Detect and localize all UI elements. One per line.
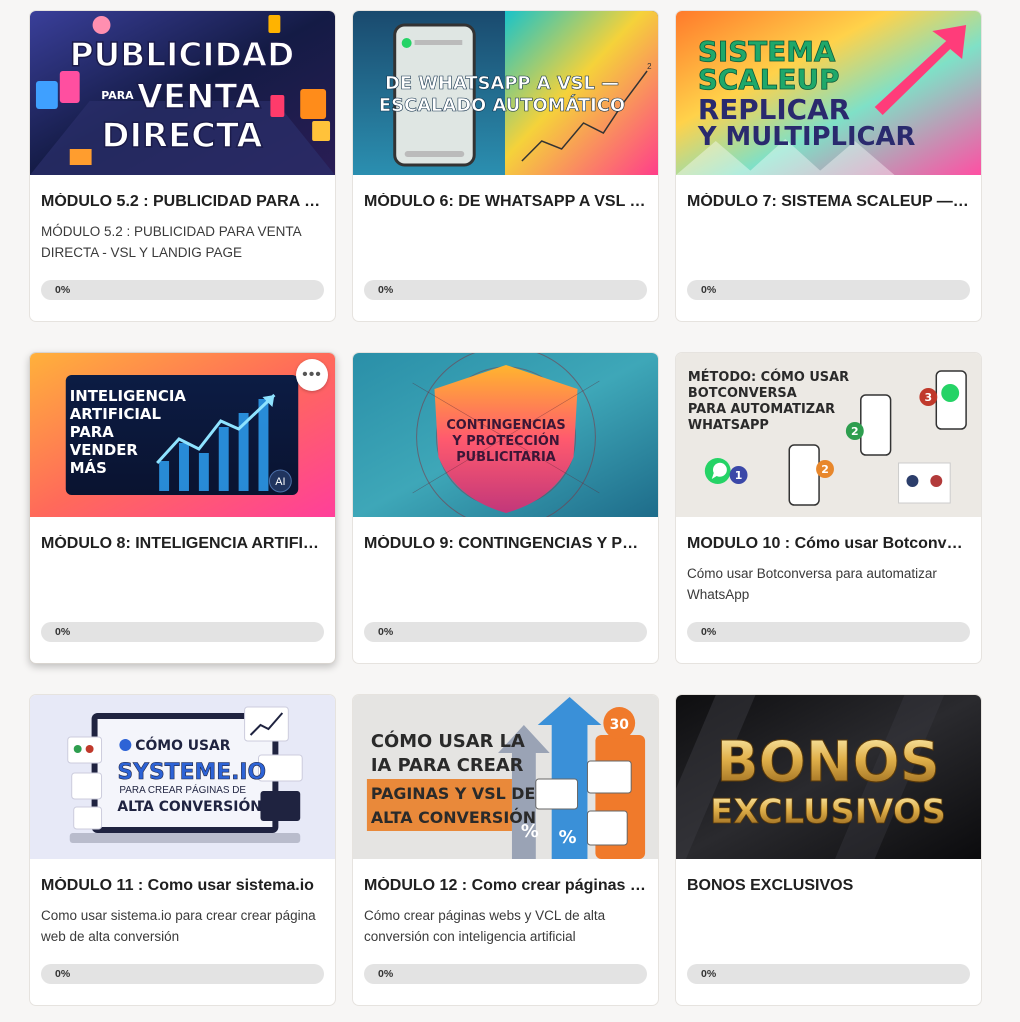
thumb-text: CÓMO USAR [135, 736, 230, 754]
thumb-text: AI [275, 476, 285, 488]
progress-label: 0% [55, 968, 71, 980]
progress-bar: 0% [41, 622, 324, 642]
module-card-10[interactable]: 1 2 2 3 MÉTODO: CÓMO USAR BOTCONVERSA PA… [675, 352, 982, 664]
progress-label: 0% [701, 626, 717, 638]
thumb-text: PARA [70, 423, 114, 441]
thumb-text: DIRECTA [102, 116, 264, 155]
thumb-text: 1 [735, 469, 743, 482]
thumb-text: PARA [101, 89, 134, 102]
progress-bar: 0% [687, 280, 970, 300]
progress-bar: 0% [687, 964, 970, 984]
module-title[interactable]: MÓDULO 12 : Como crear páginas webs y VC… [364, 877, 647, 895]
module-thumbnail: SISTEMA SCALEUP REPLICAR Y MULTIPLICAR [676, 11, 981, 175]
progress-label: 0% [701, 284, 717, 296]
thumb-text: PARA CREAR PÁGINAS DE [119, 785, 246, 796]
module-title[interactable]: MÓDULO 9: CONTINGENCIAS Y PROTECCIÓN PUB… [364, 535, 647, 553]
thumb-text: PARA AUTOMATIZAR [688, 402, 835, 417]
thumb-text: % [559, 827, 577, 848]
module-thumbnail: PUBLICIDAD PARA VENTA DIRECTA [30, 11, 335, 175]
thumb-text: MÉTODO: CÓMO USAR [688, 369, 849, 385]
module-title[interactable]: MÓDULO 7: SISTEMA SCALEUP — REPLICAR Y M… [687, 193, 970, 211]
module-thumbnail: CONTINGENCIAS Y PROTECCIÓN PUBLICITARIA [353, 353, 658, 517]
module-card-7[interactable]: SISTEMA SCALEUP REPLICAR Y MULTIPLICAR M… [675, 10, 982, 322]
module-description [687, 221, 970, 263]
thumb-text: BONOS [716, 730, 940, 795]
module-thumbnail: 2 DE WHATSAPP A VSL — ESCALADO AUTOMÁTIC… [353, 11, 658, 175]
module-thumbnail: 1 2 2 3 MÉTODO: CÓMO USAR BOTCONVERSA PA… [676, 353, 981, 517]
module-description: Cómo usar Botconversa para automatizar W… [687, 566, 937, 602]
thumb-text: DE WHATSAPP A VSL — [385, 73, 619, 94]
thumb-text: ESCALADO AUTOMÁTICO [379, 94, 625, 116]
thumb-text: Y PROTECCIÓN [451, 433, 559, 449]
module-description [364, 221, 647, 263]
module-thumbnail: CÓMO USAR SYSTEME.IO PARA CREAR PÁGINAS … [30, 695, 335, 859]
progress-bar: 0% [364, 622, 647, 642]
thumb-text: BOTCONVERSA [688, 386, 797, 401]
module-description [687, 905, 970, 947]
module-title[interactable]: MÓDULO 8: INTELIGENCIA ARTIFICIAL PARA V… [41, 535, 324, 553]
module-card-5-2[interactable]: PUBLICIDAD PARA VENTA DIRECTA MÓDULO 5.2… [29, 10, 336, 322]
thumb-text: CÓMO USAR LA [371, 730, 525, 752]
thumb-text: MÁS [70, 459, 107, 477]
module-card-9[interactable]: CONTINGENCIAS Y PROTECCIÓN PUBLICITARIA … [352, 352, 659, 664]
module-description: MÓDULO 5.2 : PUBLICIDAD PARA VENTA DIREC… [41, 224, 301, 260]
module-title[interactable]: MÓDULO 5.2 : PUBLICIDAD PARA VENTA DIREC… [41, 193, 324, 211]
module-description [364, 563, 647, 605]
module-title[interactable]: MÓDULO 6: DE WHATSAPP A VSL — ESCALADO A… [364, 193, 647, 211]
progress-label: 0% [701, 968, 717, 980]
thumb-text: PAGINAS Y VSL DE [371, 784, 535, 803]
thumb-text: SYSTEME.IO [117, 760, 266, 785]
thumb-text: IA PARA CREAR [371, 755, 524, 776]
progress-bar: 0% [364, 280, 647, 300]
progress-label: 0% [378, 968, 394, 980]
thumb-text: EXCLUSIVOS [710, 792, 946, 831]
module-description: Como usar sistema.io para crear crear pá… [41, 908, 316, 944]
module-card-11[interactable]: CÓMO USAR SYSTEME.IO PARA CREAR PÁGINAS … [29, 694, 336, 1006]
thumb-text: ARTIFICIAL [70, 405, 162, 423]
module-title[interactable]: MODULO 10 : Cómo usar Botconversa para a… [687, 535, 970, 553]
module-description [41, 563, 324, 605]
progress-bar: 0% [687, 622, 970, 642]
thumb-text: WHATSAPP [688, 418, 769, 433]
thumb-text: PUBLICITARIA [456, 450, 556, 465]
thumb-text: Y MULTIPLICAR [697, 122, 916, 152]
svg-text:2: 2 [647, 62, 652, 71]
module-title[interactable]: MÓDULO 11 : Como usar sistema.io [41, 877, 324, 895]
progress-bar: 0% [364, 964, 647, 984]
more-horizontal-icon[interactable]: ••• [296, 359, 328, 391]
module-grid: PUBLICIDAD PARA VENTA DIRECTA MÓDULO 5.2… [29, 10, 982, 1006]
progress-label: 0% [55, 284, 71, 296]
thumb-text: INTELIGENCIA [70, 387, 187, 405]
thumb-text: SCALEUP [698, 63, 840, 96]
module-card-8[interactable]: AI INTELIGENCIA ARTIFICIAL PARA VENDER M… [29, 352, 336, 664]
thumb-text: 2 [851, 425, 859, 438]
thumb-text: PUBLICIDAD [70, 35, 295, 74]
progress-bar: 0% [41, 280, 324, 300]
thumb-text: ALTA CONVERSIÓN [371, 808, 536, 827]
progress-label: 0% [55, 626, 71, 638]
thumb-text: CONTINGENCIAS [446, 418, 565, 433]
thumb-text: 30 [610, 717, 630, 733]
module-title[interactable]: BONOS EXCLUSIVOS [687, 877, 970, 895]
module-thumbnail: BONOS EXCLUSIVOS [676, 695, 981, 859]
thumb-text: ALTA CONVERSIÓN [117, 797, 261, 815]
progress-bar: 0% [41, 964, 324, 984]
module-card-12[interactable]: 30 % % CÓMO USAR LA IA PARA CREAR PAGINA… [352, 694, 659, 1006]
thumb-text: VENDER [70, 441, 139, 459]
module-card-bonos[interactable]: BONOS EXCLUSIVOS BONOS EXCLUSIVOS 0% [675, 694, 982, 1006]
progress-label: 0% [378, 284, 394, 296]
module-thumbnail: 30 % % CÓMO USAR LA IA PARA CREAR PAGINA… [353, 695, 658, 859]
progress-label: 0% [378, 626, 394, 638]
module-description: Cómo crear páginas webs y VCL de alta co… [364, 908, 606, 944]
module-card-6[interactable]: 2 DE WHATSAPP A VSL — ESCALADO AUTOMÁTIC… [352, 10, 659, 322]
thumb-text: 2 [821, 463, 829, 476]
thumb-text: 3 [925, 391, 933, 404]
whatsapp-icon [704, 458, 731, 484]
thumb-text: VENTA [137, 77, 262, 116]
module-thumbnail: AI INTELIGENCIA ARTIFICIAL PARA VENDER M… [30, 353, 335, 517]
whatsapp-icon [401, 38, 412, 48]
